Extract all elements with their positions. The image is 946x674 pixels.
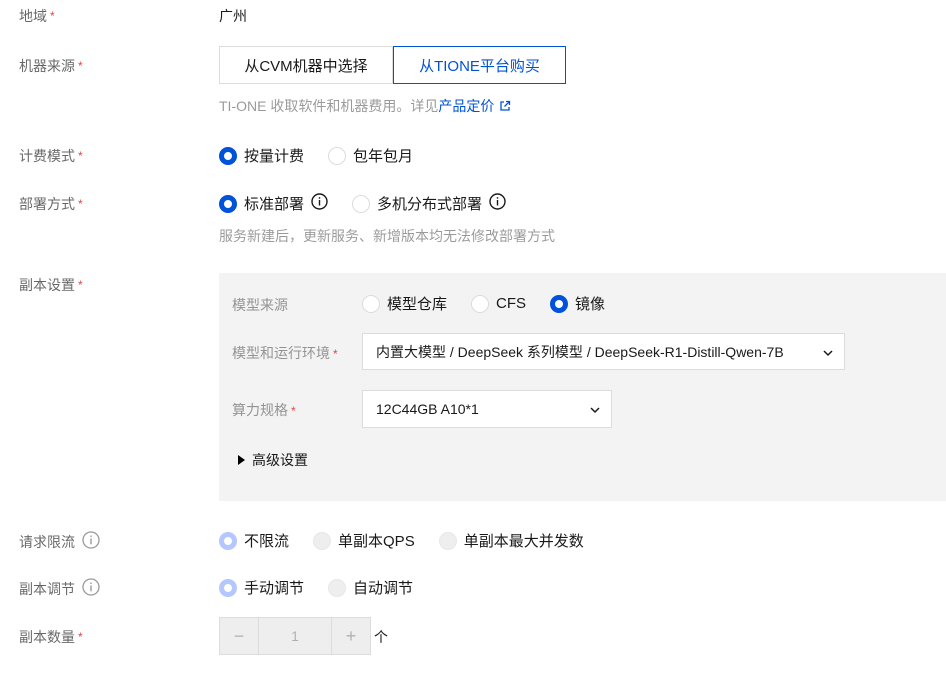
caret-right-icon xyxy=(238,455,245,465)
replica-count-stepper: − 1 + xyxy=(219,617,371,655)
scaling-radio-group: 手动调节 自动调节 xyxy=(219,577,437,598)
max-concurrency-radio[interactable]: 单副本最大并发数 xyxy=(438,530,584,551)
billing-radio-group: 按量计费 包年包月 xyxy=(219,145,437,166)
radio-checked-icon xyxy=(219,146,237,165)
replica-count-label: 副本数量 * xyxy=(19,629,83,645)
decrement-button[interactable]: − xyxy=(220,618,258,654)
radio-unchecked-icon xyxy=(328,146,347,165)
billing-pay-as-you-go-radio[interactable]: 按量计费 xyxy=(219,145,304,166)
replica-count-unit: 个 xyxy=(374,629,388,645)
replica-settings-panel: 模型来源 模型仓库 CFS 镜像 模型和运行环境 * 内置大模型 / DeepSe… xyxy=(219,273,946,501)
cfs-radio[interactable]: CFS xyxy=(471,294,526,313)
deploy-standard-radio[interactable]: 标准部署 xyxy=(219,193,328,214)
radio-unchecked-icon xyxy=(438,531,457,550)
scaling-label: 副本调节 xyxy=(19,578,100,599)
model-repo-radio[interactable]: 模型仓库 xyxy=(362,293,447,314)
radio-checked-icon xyxy=(219,578,237,597)
billing-monthly-radio[interactable]: 包年包月 xyxy=(328,145,413,166)
tione-option-button[interactable]: 从TIONE平台购买 xyxy=(393,46,566,84)
radio-unchecked-icon xyxy=(471,294,490,313)
rate-limit-label: 请求限流 xyxy=(19,531,100,552)
info-icon[interactable] xyxy=(82,531,100,552)
info-icon[interactable] xyxy=(311,193,328,214)
replica-settings-label: 副本设置 * xyxy=(19,277,83,293)
chevron-down-icon xyxy=(822,346,834,362)
compute-spec-select[interactable]: 12C44GB A10*1 xyxy=(362,390,612,428)
machine-source-hint: TI-ONE 收取软件和机器费用。详见产品定价 xyxy=(219,96,511,116)
image-radio[interactable]: 镜像 xyxy=(550,293,605,314)
deploy-hint: 服务新建后，更新服务、新增版本均无法修改部署方式 xyxy=(219,228,555,244)
radio-unchecked-icon xyxy=(313,531,332,550)
deploy-radio-group: 标准部署 多机分布式部署 xyxy=(219,193,530,214)
radio-unchecked-icon xyxy=(362,294,380,313)
increment-button[interactable]: + xyxy=(332,618,370,654)
radio-checked-icon xyxy=(219,531,237,550)
chevron-down-icon xyxy=(589,403,601,419)
model-env-select[interactable]: 内置大模型 / DeepSeek 系列模型 / DeepSeek-R1-Dist… xyxy=(362,333,845,370)
no-limit-radio[interactable]: 不限流 xyxy=(219,530,289,551)
deploy-label: 部署方式 * xyxy=(19,196,83,212)
machine-source-segmented: 从CVM机器中选择 从TIONE平台购买 xyxy=(219,46,566,84)
region-value: 广州 xyxy=(219,8,247,24)
info-icon[interactable] xyxy=(489,193,506,214)
model-source-label: 模型来源 xyxy=(232,297,288,313)
billing-label: 计费模式 * xyxy=(19,148,83,164)
deploy-distributed-radio[interactable]: 多机分布式部署 xyxy=(352,193,506,214)
auto-scaling-radio[interactable]: 自动调节 xyxy=(328,577,413,598)
manual-scaling-radio[interactable]: 手动调节 xyxy=(219,577,304,598)
radio-unchecked-icon xyxy=(328,578,347,597)
machine-source-label: 机器来源 * xyxy=(19,58,83,74)
external-link-icon[interactable] xyxy=(499,99,511,115)
compute-spec-label: 算力规格 * xyxy=(232,402,296,418)
radio-unchecked-icon xyxy=(352,194,371,213)
radio-checked-icon xyxy=(219,194,237,213)
rate-limit-radio-group: 不限流 单副本QPS 单副本最大并发数 xyxy=(219,530,608,551)
pricing-link[interactable]: 产品定价 xyxy=(438,98,494,114)
advanced-settings-toggle[interactable]: 高级设置 xyxy=(238,450,308,470)
replica-count-input[interactable]: 1 xyxy=(258,618,332,654)
radio-checked-icon xyxy=(550,294,569,313)
qps-radio[interactable]: 单副本QPS xyxy=(313,530,415,551)
model-env-label: 模型和运行环境 * xyxy=(232,345,338,361)
region-label: 地域 * xyxy=(19,8,55,24)
info-icon[interactable] xyxy=(82,578,100,599)
model-source-radio-group: 模型仓库 CFS 镜像 xyxy=(362,293,629,314)
cvm-option-button[interactable]: 从CVM机器中选择 xyxy=(219,46,393,84)
